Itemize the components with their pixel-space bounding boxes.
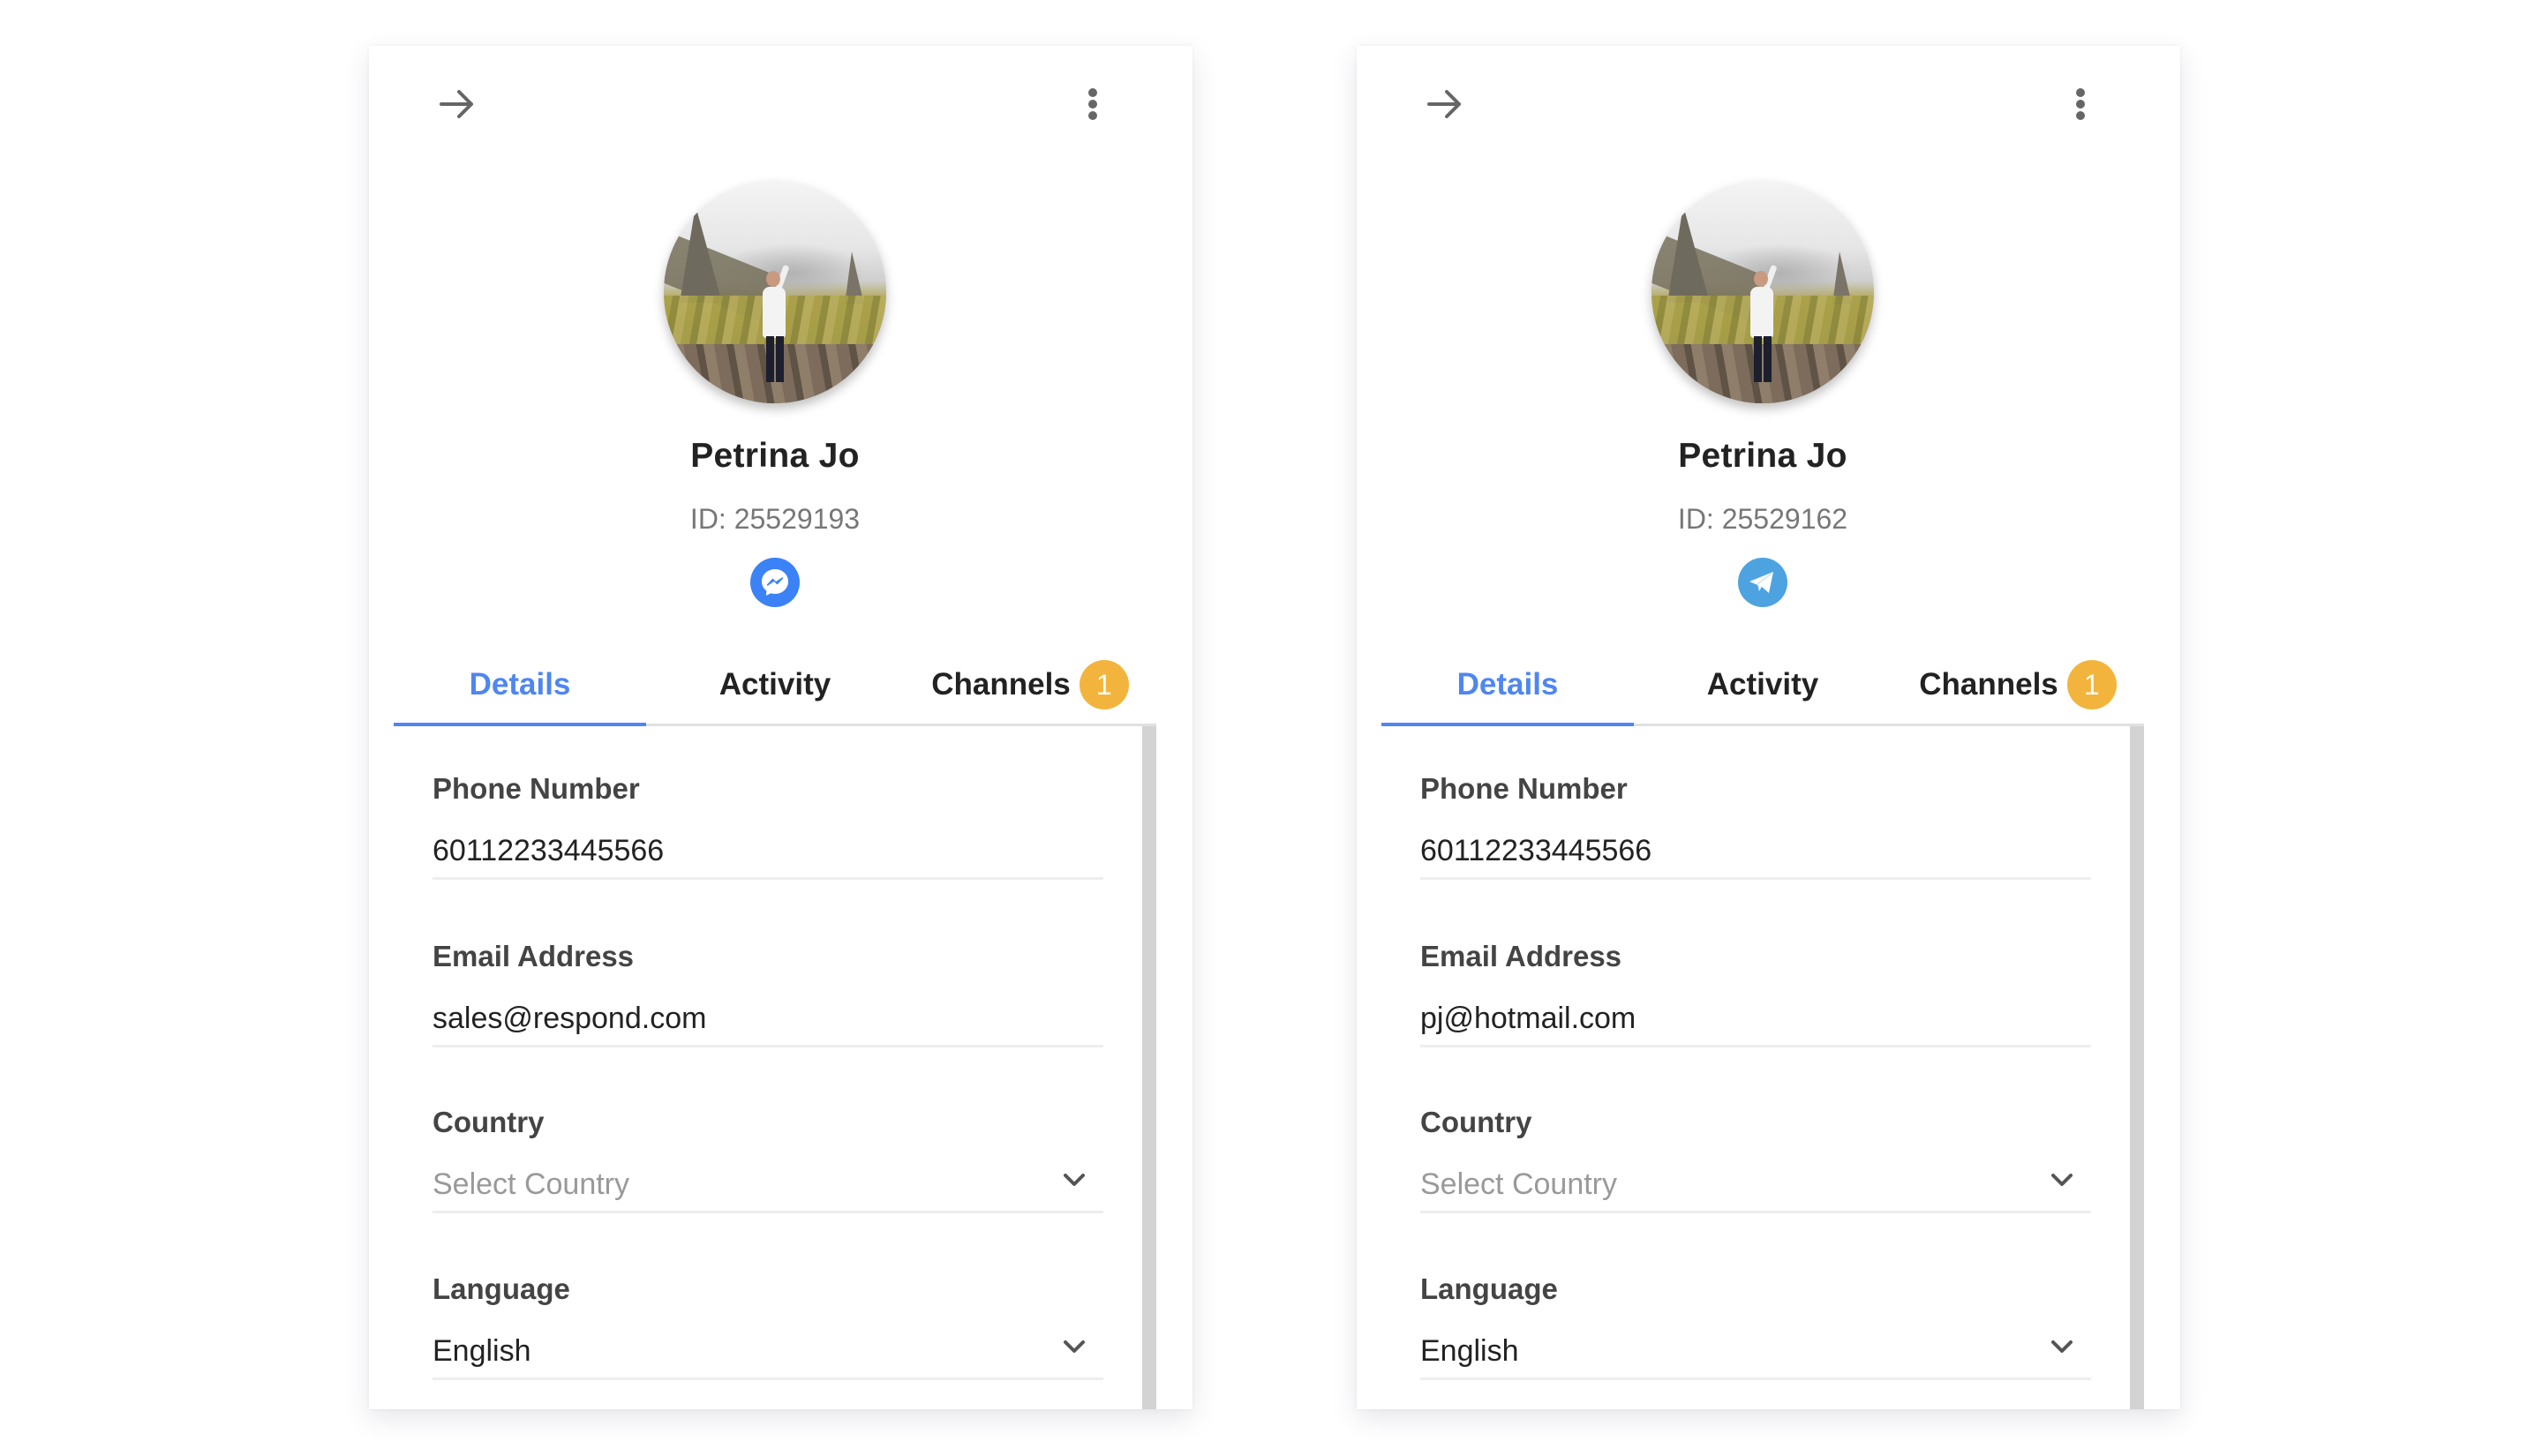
tab-channels[interactable]: Channels 1	[1892, 646, 2144, 724]
channels-count-badge: 1	[1079, 660, 1129, 709]
chevron-down-icon[interactable]	[1061, 1333, 1087, 1360]
chevron-down-icon[interactable]	[2049, 1167, 2075, 1193]
more-options-button[interactable]	[2063, 85, 2098, 124]
avatar	[664, 181, 886, 403]
contact-id: ID: 25529193	[689, 503, 861, 535]
contact-id: ID: 25529162	[1677, 503, 1848, 535]
country-select[interactable]: Select Country	[1420, 1167, 2091, 1213]
contact-name: Petrina Jo	[690, 437, 860, 475]
email-address-label: Email Address	[433, 940, 635, 972]
email-address-label: Email Address	[1420, 940, 1622, 972]
tab-activity-label: Activity	[1706, 667, 1819, 702]
phone-number-input[interactable]: 60112233445566	[1420, 833, 2091, 880]
chevron-down-icon[interactable]	[2049, 1333, 2075, 1360]
more-vertical-icon-dot	[2076, 111, 2085, 120]
arrow-right-icon	[1427, 90, 1461, 118]
tab-bar: Details Activity Channels 1	[1381, 646, 2144, 726]
country-placeholder: Select Country	[1420, 1167, 1617, 1201]
tab-details[interactable]: Details	[394, 646, 646, 726]
channels-count-badge: 1	[2066, 660, 2117, 709]
tab-activity-label: Activity	[719, 667, 831, 702]
email-address-input[interactable]: sales@respond.com	[433, 1001, 1103, 1047]
avatar	[1651, 181, 1874, 403]
language-field: Language English	[433, 1272, 1103, 1380]
language-field: Language English	[1420, 1272, 2091, 1380]
more-vertical-icon	[1088, 88, 1097, 97]
tab-channels[interactable]: Channels 1	[904, 646, 1156, 724]
tab-channels-label: Channels	[1919, 667, 2058, 702]
country-field: Country Select Country	[433, 1105, 1103, 1213]
more-options-button[interactable]	[1075, 85, 1110, 124]
more-vertical-icon-dot	[2076, 100, 2085, 109]
contact-card-messenger: Petrina Jo ID: 25529193 Details Activity…	[369, 46, 1193, 1409]
country-select[interactable]: Select Country	[433, 1167, 1103, 1213]
more-vertical-icon-dot	[1088, 100, 1097, 109]
language-label: Language	[1420, 1272, 1558, 1305]
arrow-right-icon	[440, 90, 473, 118]
email-address-field: Email Address sales@respond.com	[433, 939, 1103, 1047]
tab-details-label: Details	[469, 667, 571, 702]
language-select[interactable]: English	[1420, 1333, 2091, 1380]
more-vertical-icon-dot	[1088, 111, 1097, 120]
country-label: Country	[1420, 1106, 1532, 1138]
back-button[interactable]	[1426, 85, 1464, 124]
country-label: Country	[433, 1106, 545, 1138]
phone-number-label: Phone Number	[1420, 772, 1628, 805]
tab-bar: Details Activity Channels 1	[394, 646, 1156, 726]
email-address-field: Email Address pj@hotmail.com	[1420, 939, 2091, 1047]
contact-card-telegram: Petrina Jo ID: 25529162 Details Activity…	[1357, 46, 2180, 1409]
email-address-input[interactable]: pj@hotmail.com	[1420, 1001, 2091, 1047]
country-placeholder: Select Country	[433, 1167, 629, 1201]
language-value: English	[1420, 1334, 1519, 1368]
language-label: Language	[433, 1272, 570, 1305]
language-value: English	[433, 1334, 531, 1368]
contact-name: Petrina Jo	[1678, 437, 1847, 475]
tab-activity[interactable]: Activity	[646, 646, 904, 724]
phone-number-input[interactable]: 60112233445566	[433, 833, 1103, 880]
scrollbar[interactable]	[2130, 726, 2144, 1409]
tab-details[interactable]: Details	[1381, 646, 1634, 726]
phone-number-label: Phone Number	[433, 772, 640, 805]
language-select[interactable]: English	[433, 1333, 1103, 1380]
scrollbar[interactable]	[1142, 726, 1156, 1409]
tab-activity[interactable]: Activity	[1634, 646, 1892, 724]
tab-details-label: Details	[1456, 667, 1559, 702]
chevron-down-icon[interactable]	[1061, 1167, 1087, 1193]
back-button[interactable]	[438, 85, 477, 124]
phone-number-field: Phone Number 60112233445566	[433, 771, 1103, 880]
telegram-icon	[1738, 558, 1787, 607]
more-vertical-icon	[2076, 88, 2085, 97]
tab-channels-label: Channels	[931, 667, 1071, 702]
phone-number-field: Phone Number 60112233445566	[1420, 771, 2091, 880]
country-field: Country Select Country	[1420, 1105, 2091, 1213]
messenger-icon	[750, 558, 800, 607]
